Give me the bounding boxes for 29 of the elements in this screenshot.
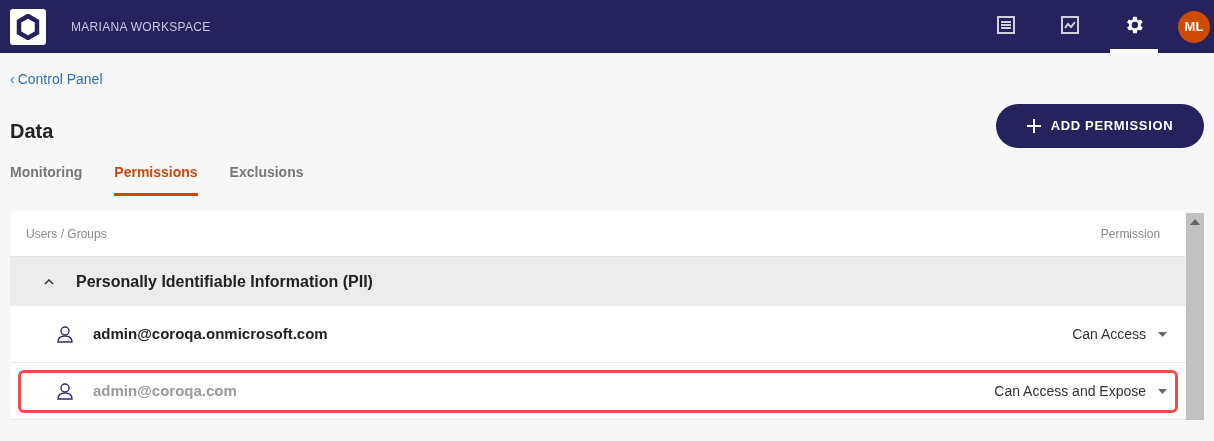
workspace-name: MARIANA WORKSPACE bbox=[71, 18, 211, 36]
chevron-icon: ‹ bbox=[10, 69, 15, 90]
tab[interactable]: Monitoring bbox=[10, 162, 83, 196]
permission-dropdown[interactable]: Can Access and Expose bbox=[994, 380, 1168, 402]
page-title: Data bbox=[10, 119, 54, 144]
user-email: admin@coroqa.onmicrosoft.com bbox=[93, 323, 328, 344]
column-header: Permission bbox=[1100, 225, 1161, 243]
group-name: Personally Identifiable Information (PII) bbox=[76, 271, 373, 292]
add-permission-button[interactable]: ADD PERMISSION bbox=[996, 104, 1204, 148]
user-avatar[interactable]: ML bbox=[1178, 10, 1210, 43]
permission-dropdown[interactable]: Can Access bbox=[1072, 323, 1168, 345]
scroll-up-icon bbox=[1190, 219, 1201, 225]
scrollbar[interactable] bbox=[1186, 213, 1204, 420]
user-row[interactable]: admin@coroqa.com Can Access and Expose bbox=[18, 369, 1179, 413]
caret-icon bbox=[1158, 388, 1168, 394]
plus-icon bbox=[1026, 119, 1041, 133]
list-icon bbox=[996, 14, 1016, 35]
tab[interactable]: Permissions bbox=[114, 162, 198, 196]
user-icon bbox=[57, 382, 73, 400]
chart-icon bbox=[1060, 14, 1080, 35]
column-header: Users / Groups bbox=[26, 225, 107, 243]
caret-icon bbox=[1158, 331, 1168, 337]
user-email: admin@coroqa.com bbox=[93, 380, 237, 401]
group-row[interactable]: Personally Identifiable Information (PII) bbox=[10, 257, 1187, 306]
back-link[interactable]: ‹ Control Panel bbox=[10, 69, 1204, 90]
logo-icon bbox=[10, 8, 46, 45]
tab[interactable]: Exclusions bbox=[229, 162, 304, 196]
user-row[interactable]: admin@coroqa.onmicrosoft.com Can Access bbox=[18, 312, 1179, 356]
user-icon bbox=[57, 325, 73, 343]
